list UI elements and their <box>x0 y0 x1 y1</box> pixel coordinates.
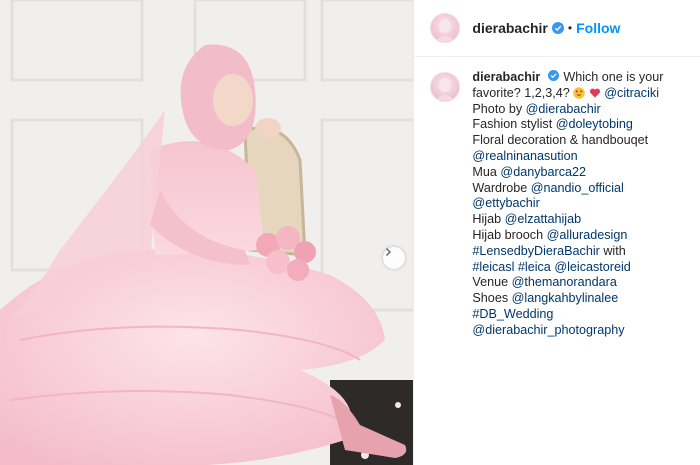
post-caption: dierabachir Which one is your favorite? … <box>472 70 700 339</box>
caption-text: favorite? 1,2,3,4? <box>472 85 570 100</box>
caption-line: Hijab brooch @alluradesign <box>472 228 700 244</box>
caption-line: dierabachir Which one is your <box>472 70 700 86</box>
caption-row: dierabachir Which one is your favorite? … <box>414 70 700 339</box>
caption-text: Which one is your <box>563 70 664 84</box>
sparkling-heart-emoji-icon <box>589 88 600 98</box>
caption-mention[interactable]: @alluradesign <box>547 228 628 242</box>
caption-text: Floral decoration & handbouqet <box>472 133 649 148</box>
caption-mention[interactable]: @elzattahijab <box>505 212 582 226</box>
separator-dot: • <box>567 21 573 35</box>
caption-mention[interactable]: @dierabachir_photography <box>472 323 624 337</box>
caption-mention[interactable]: @themanorandara <box>512 275 617 289</box>
caption-line: favorite? 1,2,3,4? @citraciki <box>472 86 700 102</box>
caption-text: Fashion stylist <box>472 117 556 132</box>
post-photo[interactable] <box>0 0 414 465</box>
caption-text: with <box>599 243 626 258</box>
instagram-post: dierabachir • Follow dierabachir Which o… <box>0 0 700 465</box>
caption-line: @realninanasution <box>472 149 700 165</box>
caption-text: Shoes <box>472 291 512 306</box>
caption-line: Wardrobe @nandio_official <box>472 181 700 197</box>
caption-text: Hijab brooch <box>472 227 547 242</box>
caption-text: Hijab <box>472 212 505 227</box>
caption-mention[interactable]: @realninanasution <box>472 149 577 163</box>
avatar-image <box>435 78 456 101</box>
chevron-right-icon <box>385 247 392 257</box>
author-username[interactable]: dierabachir <box>472 20 547 36</box>
next-photo-button[interactable] <box>383 247 405 269</box>
verified-badge-icon <box>551 22 564 34</box>
caption-mention[interactable]: @danybarca22 <box>500 165 586 179</box>
avatar-image <box>435 19 456 42</box>
caption-line: Fashion stylist @doleytobing <box>472 117 700 133</box>
caption-hashtag[interactable]: #DB_Wedding <box>472 307 553 321</box>
caption-mention[interactable]: @dierabachir <box>526 102 601 116</box>
caption-line: Photo by @dierabachir <box>472 102 700 118</box>
caption-line: Floral decoration & handbouqet <box>472 133 700 149</box>
caption-line: Venue @themanorandara <box>472 275 700 291</box>
caption-username[interactable]: dierabachir <box>472 70 540 84</box>
follow-button[interactable]: Follow <box>576 20 620 36</box>
caption-line: @ettybachir <box>472 196 700 212</box>
post-side-panel: dierabachir • Follow dierabachir Which o… <box>413 0 700 465</box>
caption-mention[interactable]: @doleytobing <box>556 117 633 131</box>
caption-line: @dierabachir_photography <box>472 323 700 339</box>
caption-hashtag[interactable]: #leica <box>518 260 551 274</box>
caption-line: #LensedbyDieraBachir with <box>472 244 700 260</box>
caption-text: Venue <box>472 275 512 290</box>
caption-avatar[interactable] <box>430 72 461 102</box>
caption-text: Photo by <box>472 101 526 116</box>
caption-text: Wardrobe <box>472 180 531 195</box>
heart-eyes-emoji-icon <box>573 86 586 99</box>
caption-line: #leicasl #leica @leicastoreid <box>472 260 700 276</box>
photo-illustration <box>0 0 414 465</box>
caption-line: #DB_Wedding <box>472 307 700 323</box>
author-avatar[interactable] <box>430 13 461 43</box>
caption-line: Hijab @elzattahijab <box>472 212 700 228</box>
caption-line: Shoes @langkahbylinalee <box>472 291 700 307</box>
caption-mention[interactable]: @langkahbylinalee <box>512 291 619 305</box>
caption-mention[interactable]: @citraciki <box>604 86 659 100</box>
caption-hashtag[interactable]: #LensedbyDieraBachir <box>472 244 599 258</box>
verified-badge-icon <box>547 70 560 82</box>
caption-hashtag[interactable]: #leicasl <box>472 260 514 274</box>
caption-line: Mua @danybarca22 <box>472 165 700 181</box>
post-header: dierabachir • Follow <box>414 0 700 57</box>
caption-mention[interactable]: @leicastoreid <box>554 260 631 274</box>
caption-mention[interactable]: @nandio_official <box>531 181 624 195</box>
caption-text: Mua <box>472 164 501 179</box>
caption-mention[interactable]: @ettybachir <box>472 196 539 210</box>
